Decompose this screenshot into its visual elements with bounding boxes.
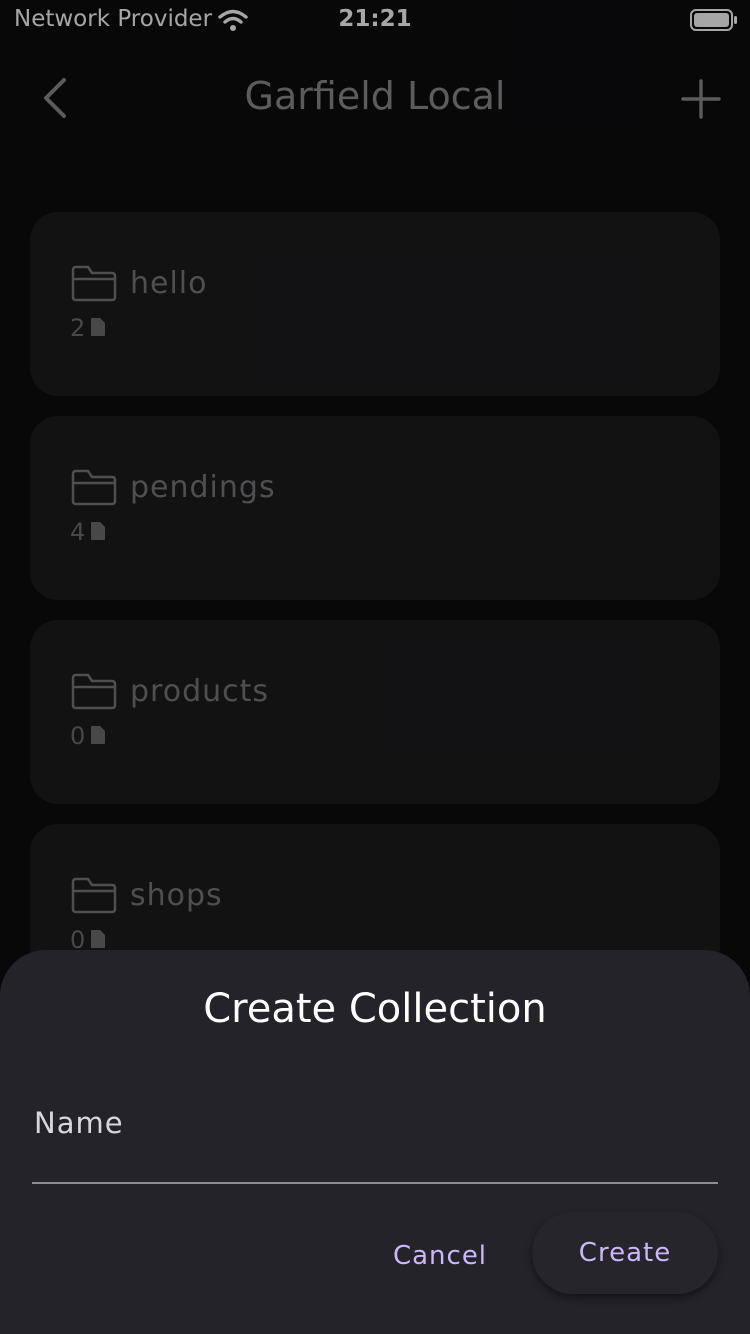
create-button[interactable]: Create [532,1212,718,1294]
name-input[interactable] [32,1146,718,1184]
cancel-button[interactable]: Cancel [380,1236,500,1276]
dialog-title: Create Collection [203,986,547,1032]
name-field-label: Name [34,1106,124,1140]
create-collection-sheet: Create Collection Name Cancel Create [0,950,750,1334]
